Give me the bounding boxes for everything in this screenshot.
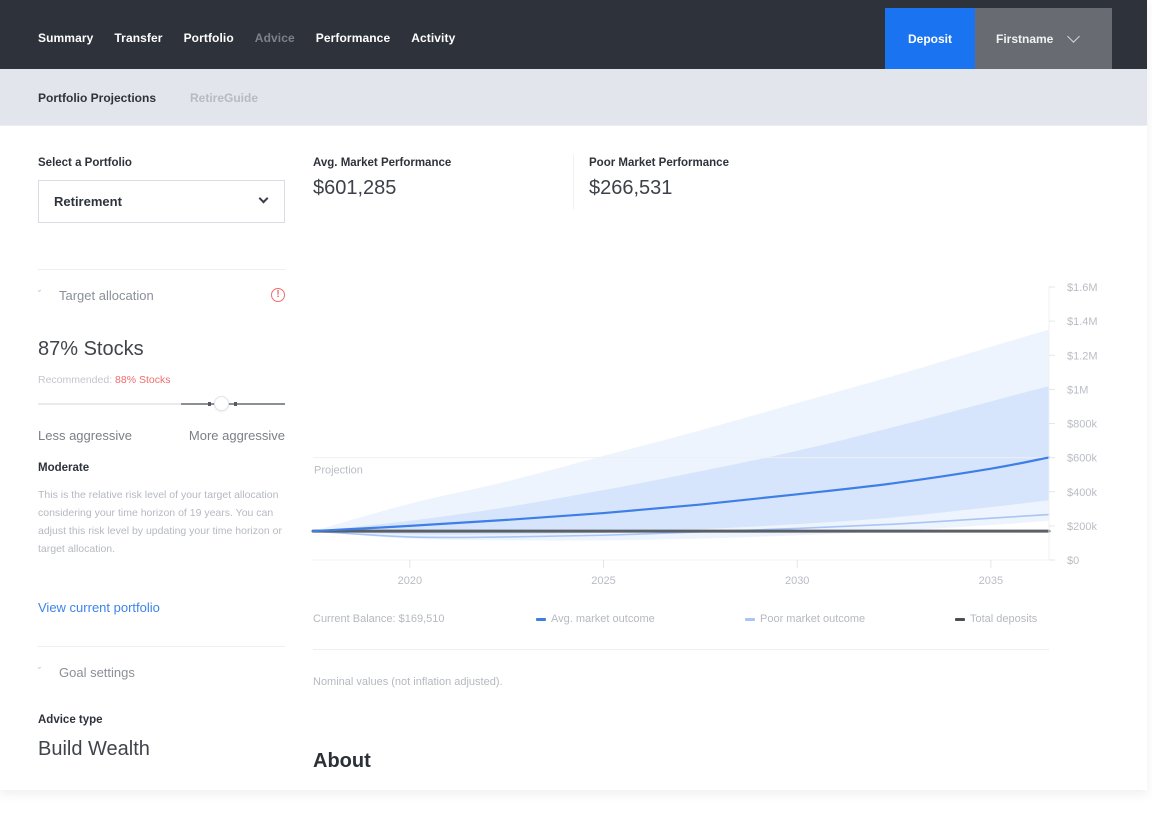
portfolio-select-label: Select a Portfolio xyxy=(38,157,132,169)
legend-item-deposits: Total deposits xyxy=(955,613,1037,625)
tab-retireguide[interactable]: RetireGuide xyxy=(190,91,258,105)
nav-item-transfer[interactable]: Transfer xyxy=(114,31,162,45)
nav-item-activity[interactable]: Activity xyxy=(411,31,455,45)
recommended-prefix: Recommended: xyxy=(38,374,116,386)
recommended-allocation: Recommended: 88% Stocks xyxy=(38,374,171,386)
legend-label-avg: Avg. market outcome xyxy=(551,613,655,625)
avg-market-value: $601,285 xyxy=(313,177,397,199)
view-current-portfolio-link[interactable]: View current portfolio xyxy=(38,600,160,615)
poor-market-performance: Poor Market Performance $266,531 xyxy=(589,157,729,200)
top-navigation: Summary Transfer Portfolio Advice Perfor… xyxy=(0,0,1147,69)
advice-type-value: Build Wealth xyxy=(38,738,150,760)
nav-item-portfolio[interactable]: Portfolio xyxy=(184,31,234,45)
slider-thumb[interactable] xyxy=(214,396,230,411)
current-balance: Current Balance: $169,510 xyxy=(313,613,445,625)
legend-label-poor: Poor market outcome xyxy=(760,613,866,625)
x-tick-label: 2035 xyxy=(979,575,1003,587)
legend-label-deposits: Total deposits xyxy=(970,613,1038,625)
slider-tick xyxy=(207,402,211,406)
chevron-down-icon xyxy=(258,193,269,204)
risk-description: This is the relative risk level of your … xyxy=(38,489,282,555)
nominal-values-note: Nominal values (not inflation adjusted). xyxy=(313,676,503,688)
user-name: Firstname xyxy=(996,31,1054,46)
divider xyxy=(38,646,285,647)
advice-type-label: Advice type xyxy=(38,714,103,726)
allocation-slider[interactable] xyxy=(38,396,285,412)
caret-down-icon: ˇ xyxy=(38,288,41,299)
goal-settings-toggle[interactable]: ˇ Goal settings xyxy=(38,665,135,680)
x-tick-label: 2025 xyxy=(591,575,615,587)
poor-market-value: $266,531 xyxy=(589,177,673,199)
legend-swatch-avg xyxy=(536,617,546,621)
legend-item-avg: Avg. market outcome xyxy=(536,613,655,625)
y-tick-label: $0 xyxy=(1067,555,1079,567)
sub-navigation: Portfolio Projections RetireGuide xyxy=(0,69,1147,126)
divider xyxy=(313,649,1049,650)
target-allocation-heading: Target allocation xyxy=(59,288,154,303)
target-allocation-toggle[interactable]: ˇ Target allocation xyxy=(38,288,154,303)
y-tick-label: $1.2M xyxy=(1067,350,1098,362)
y-tick-label: $800k xyxy=(1067,419,1097,431)
y-tick-label: $1.4M xyxy=(1067,316,1098,328)
app-window: Summary Transfer Portfolio Advice Perfor… xyxy=(0,0,1147,790)
y-tick-label: $400k xyxy=(1067,487,1097,499)
y-tick-label: $1M xyxy=(1067,384,1088,396)
y-tick-label: $600k xyxy=(1067,453,1097,465)
recommended-value: 88% Stocks xyxy=(115,374,171,386)
warning-icon[interactable]: ! xyxy=(271,288,285,302)
risk-level-label: Moderate xyxy=(38,462,90,474)
avg-market-label: Avg. Market Performance xyxy=(313,157,452,169)
portfolio-select-value: Retirement xyxy=(54,194,122,209)
nav-item-summary[interactable]: Summary xyxy=(38,31,93,45)
tab-portfolio-projections[interactable]: Portfolio Projections xyxy=(38,91,156,105)
caret-down-icon: ˇ xyxy=(38,665,41,676)
nav-items: Summary Transfer Portfolio Advice Perfor… xyxy=(38,31,476,45)
divider xyxy=(38,269,285,270)
nav-item-advice[interactable]: Advice xyxy=(255,31,295,45)
slider-recommended-tick xyxy=(233,402,237,406)
stat-divider xyxy=(573,155,574,209)
legend-swatch-deposits xyxy=(955,617,965,621)
legend-swatch-poor xyxy=(745,617,755,621)
deposit-button[interactable]: Deposit xyxy=(885,8,975,69)
goal-settings-heading: Goal settings xyxy=(59,665,135,680)
about-heading: About xyxy=(313,750,371,772)
user-menu-button[interactable]: Firstname xyxy=(975,8,1112,69)
y-tick-label: $200k xyxy=(1067,521,1097,533)
stocks-allocation-value: 87% Stocks xyxy=(38,338,144,360)
more-aggressive-label: More aggressive xyxy=(188,428,285,443)
portfolio-select[interactable]: Retirement xyxy=(38,180,285,223)
projection-chart: Projection $0 $200k $400k $600k $800k $1M $1.2… xyxy=(311,282,1098,587)
legend-item-poor: Poor market outcome xyxy=(745,613,865,625)
projection-annotation: Projection xyxy=(314,465,363,477)
x-tick-label: 2020 xyxy=(398,575,422,587)
chevron-down-icon xyxy=(1067,29,1081,43)
x-tick-label: 2030 xyxy=(785,575,809,587)
avg-market-performance: Avg. Market Performance $601,285 xyxy=(313,157,451,200)
poor-market-label: Poor Market Performance xyxy=(589,157,729,169)
nav-item-performance[interactable]: Performance xyxy=(316,31,390,45)
y-tick-label: $1.6M xyxy=(1067,282,1098,294)
less-aggressive-label: Less aggressive xyxy=(38,428,132,443)
